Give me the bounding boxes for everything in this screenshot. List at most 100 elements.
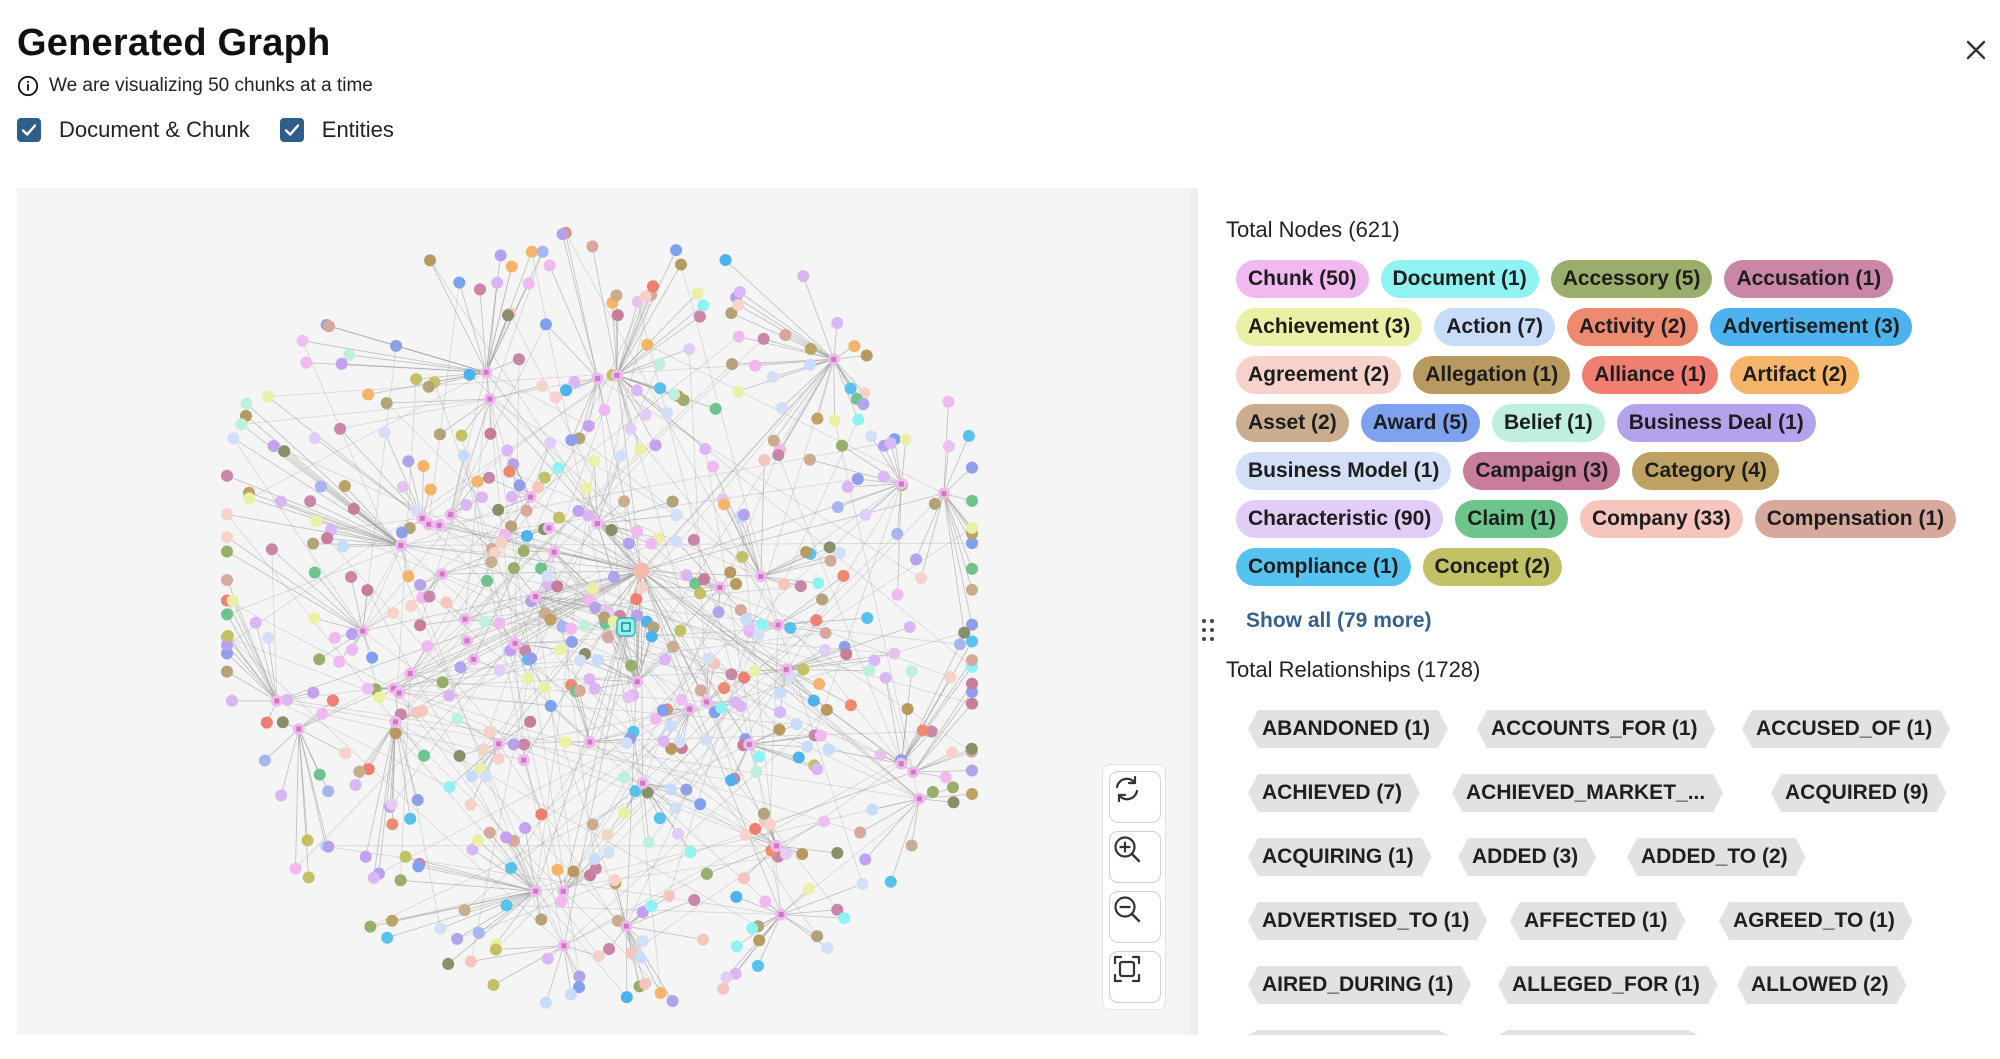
relationship-type-tag[interactable]: ABANDONED (1) — [1248, 710, 1448, 748]
graph-node[interactable] — [520, 529, 533, 542]
graph-node[interactable] — [861, 612, 874, 625]
graph-canvas[interactable] — [17, 188, 1192, 1035]
relationship-type-tag[interactable]: ACHIEVED (7) — [1248, 774, 1420, 812]
graph-node[interactable] — [525, 652, 538, 665]
graph-node[interactable] — [410, 373, 423, 386]
graph-node[interactable] — [665, 783, 678, 796]
graph-node[interactable] — [672, 827, 685, 840]
graph-node[interactable] — [492, 752, 505, 765]
graph-node[interactable] — [674, 258, 687, 271]
graph-node[interactable] — [265, 543, 278, 556]
relationship-type-tag[interactable]: ACQUIRING (1) — [1248, 838, 1432, 876]
graph-node[interactable] — [958, 626, 971, 639]
checkbox-checked-icon[interactable] — [17, 118, 41, 142]
graph-node[interactable] — [322, 785, 335, 798]
graph-node[interactable] — [500, 899, 513, 912]
graph-node[interactable] — [278, 445, 291, 458]
graph-node[interactable] — [618, 495, 631, 508]
graph-node[interactable] — [820, 703, 833, 716]
graph-node[interactable] — [840, 648, 853, 661]
graph-node[interactable] — [824, 554, 837, 567]
relationship-type-tag[interactable]: ACHIEVED_MARKET_... — [1452, 774, 1723, 812]
graph-node[interactable] — [790, 718, 803, 731]
graph-node[interactable] — [275, 789, 288, 802]
graph-node[interactable] — [513, 479, 526, 492]
graph-node[interactable] — [518, 738, 531, 751]
graph-node[interactable] — [602, 846, 615, 859]
graph-node[interactable] — [766, 370, 779, 383]
graph-node[interactable] — [567, 865, 580, 878]
graph-node[interactable] — [639, 408, 652, 421]
graph-node[interactable] — [800, 546, 813, 559]
graph-node[interactable] — [668, 388, 681, 401]
graph-node[interactable] — [483, 725, 496, 738]
node-label-chip[interactable]: Award (5) — [1360, 404, 1481, 442]
graph-node[interactable] — [792, 751, 805, 764]
graph-node[interactable] — [674, 624, 687, 637]
graph-node[interactable] — [307, 686, 320, 699]
graph-node[interactable] — [544, 613, 557, 626]
graph-node[interactable] — [335, 357, 348, 370]
graph-node[interactable] — [385, 798, 398, 811]
graph-node[interactable] — [653, 358, 666, 371]
graph-node[interactable] — [481, 574, 494, 587]
graph-node[interactable] — [733, 286, 746, 299]
graph-node[interactable] — [666, 995, 679, 1008]
relationship-type-tag[interactable]: ADVERTISED_TO (1) — [1248, 902, 1487, 940]
graph-node[interactable] — [687, 533, 700, 546]
graph-node[interactable] — [874, 748, 887, 761]
graph-node[interactable] — [698, 573, 711, 586]
graph-node[interactable] — [442, 957, 455, 970]
graph-node[interactable] — [505, 861, 518, 874]
graph-node[interactable] — [313, 653, 326, 666]
graph-node[interactable] — [402, 570, 415, 583]
graph-node[interactable] — [865, 430, 878, 443]
graph-node[interactable] — [720, 971, 733, 984]
graph-node[interactable] — [821, 941, 834, 954]
graph-node[interactable] — [814, 729, 827, 742]
graph-node[interactable] — [670, 244, 683, 257]
graph-node[interactable] — [804, 342, 817, 355]
graph-node[interactable] — [364, 920, 377, 933]
graph-node[interactable] — [835, 439, 848, 452]
graph-node[interactable] — [322, 320, 335, 333]
graph-node[interactable] — [966, 697, 978, 710]
graph-node[interactable] — [656, 704, 669, 717]
graph-node[interactable] — [610, 289, 623, 302]
graph-node[interactable] — [471, 475, 484, 488]
graph-node[interactable] — [543, 259, 556, 272]
graph-node[interactable] — [953, 638, 966, 651]
graph-node[interactable] — [868, 654, 881, 667]
node-label-chip[interactable]: Achievement (3) — [1236, 308, 1423, 346]
graph-node[interactable] — [308, 566, 321, 579]
graph-node[interactable] — [489, 943, 502, 956]
node-label-chip[interactable]: Category (4) — [1632, 452, 1779, 490]
document-node[interactable] — [616, 617, 636, 637]
graph-node[interactable] — [541, 952, 554, 965]
graph-node[interactable] — [763, 818, 776, 831]
graph-node[interactable] — [302, 871, 315, 884]
graph-node[interactable] — [729, 696, 742, 709]
relationship-type-tag[interactable] — [1498, 1030, 1698, 1035]
graph-node[interactable] — [663, 889, 676, 902]
graph-node[interactable] — [538, 471, 551, 484]
graph-node[interactable] — [736, 550, 749, 563]
graph-node[interactable] — [724, 566, 737, 579]
node-label-chip[interactable]: Campaign (3) — [1463, 452, 1621, 490]
graph-node[interactable] — [322, 840, 335, 853]
graph-node[interactable] — [334, 422, 347, 435]
graph-node[interactable] — [536, 379, 549, 392]
graph-node[interactable] — [281, 693, 294, 706]
graph-node[interactable] — [338, 480, 351, 493]
graph-node[interactable] — [565, 622, 578, 635]
graph-node[interactable] — [359, 850, 372, 863]
hub-node[interactable] — [633, 563, 649, 579]
graph-node[interactable] — [812, 577, 825, 590]
graph-node[interactable] — [622, 691, 635, 704]
graph-node[interactable] — [694, 587, 707, 600]
graph-node[interactable] — [485, 556, 498, 569]
graph-node[interactable] — [539, 996, 552, 1009]
graph-node[interactable] — [522, 672, 535, 685]
graph-node[interactable] — [394, 874, 407, 887]
graph-node[interactable] — [507, 738, 520, 751]
